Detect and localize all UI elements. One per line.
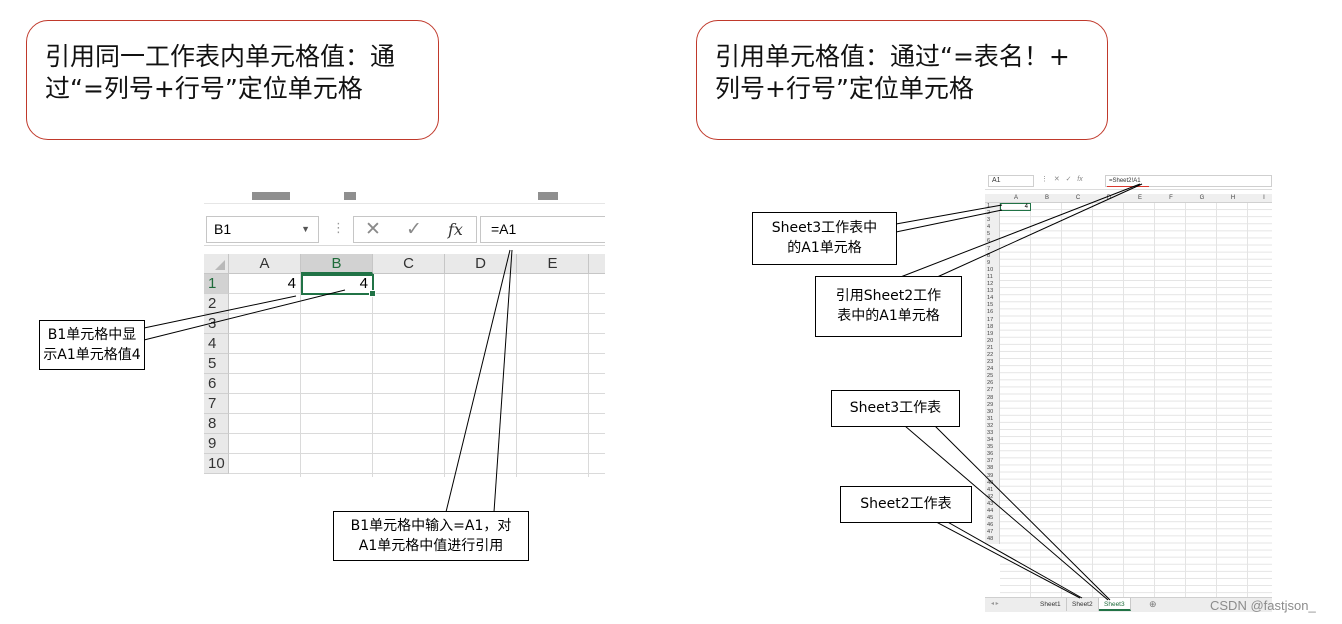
- leader-sheet2-b: [936, 515, 1083, 599]
- leader-lines: [143, 183, 1143, 601]
- callout-sheet2: Sheet2工作表: [840, 486, 972, 523]
- leader-b1-input-b: [493, 249, 513, 513]
- callout-b1-input-line2: A1单元格中值进行引用: [358, 538, 504, 554]
- leader-b1-display-b: [143, 289, 346, 341]
- callout-ref-sheet2-line1: 引用Sheet2工作: [835, 288, 942, 304]
- callout-sheet3-a1-line1: Sheet3工作表中: [771, 220, 878, 236]
- leader-b1-display-a: [143, 295, 297, 329]
- leader-b1-input-a: [445, 249, 511, 513]
- callout-b1-input: B1单元格中输入=A1，对 A1单元格中值进行引用: [333, 511, 529, 561]
- leader-ref-sheet2-b: [934, 183, 1143, 279]
- callout-ref-sheet2-line2: 表中的A1单元格: [837, 308, 940, 324]
- callout-b1-input-line1: B1单元格中输入=A1，对: [350, 518, 512, 534]
- callout-sheet3-a1-line2: 的A1单元格: [787, 240, 862, 256]
- callout-sheet3-label: Sheet3工作表: [849, 400, 942, 416]
- callout-ref-sheet2: 引用Sheet2工作 表中的A1单元格: [815, 276, 962, 337]
- callout-b1-display-line2: 示A1单元格值4: [43, 347, 141, 363]
- callout-sheet2-label: Sheet2工作表: [860, 496, 952, 512]
- watermark: CSDN @fastjson_: [1210, 598, 1316, 613]
- callout-b1-display-line1: B1单元格中显: [47, 327, 137, 343]
- callout-sheet3-a1: Sheet3工作表中 的A1单元格: [752, 212, 897, 265]
- callout-b1-display: B1单元格中显 示A1单元格值4: [39, 320, 145, 370]
- leader-ref-sheet2-a: [897, 183, 1141, 279]
- callout-sheet3: Sheet3工作表: [831, 390, 960, 427]
